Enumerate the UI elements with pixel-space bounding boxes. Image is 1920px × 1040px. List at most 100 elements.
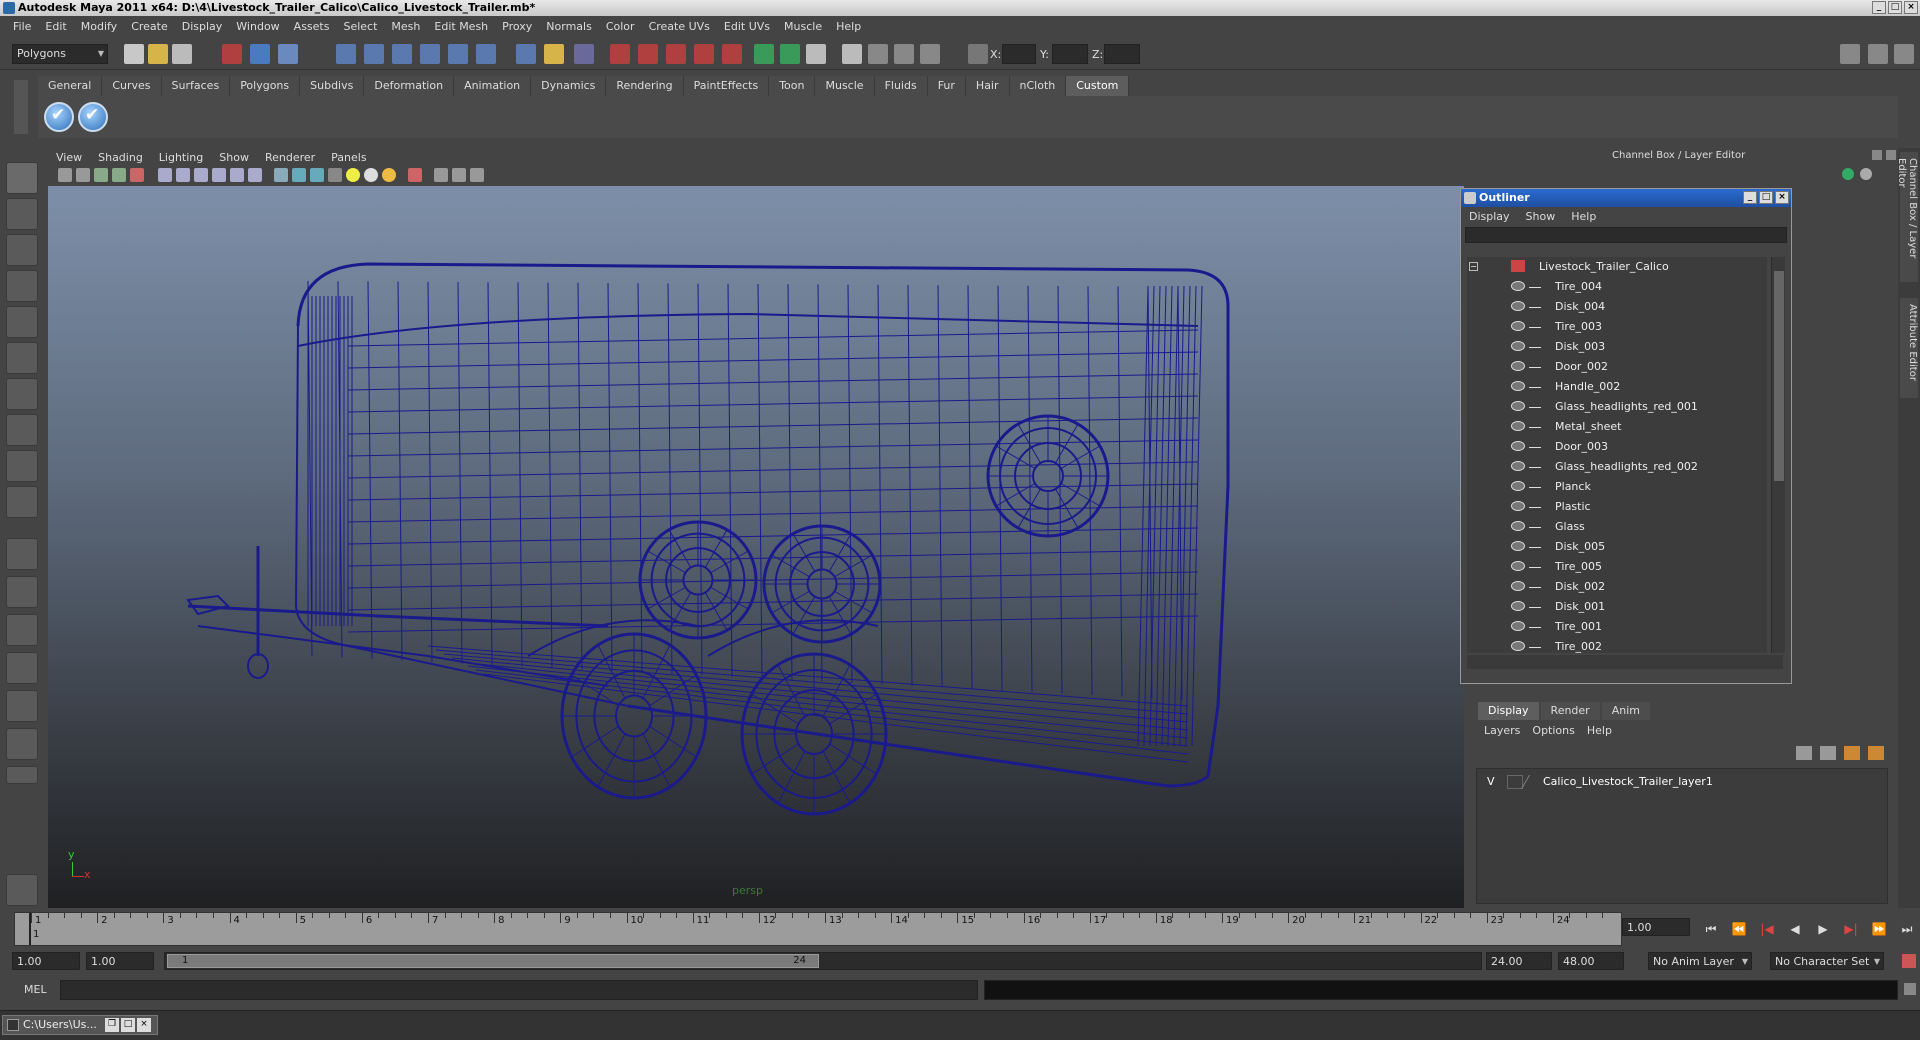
outliner-title-bar[interactable]: Outliner _ □ × <box>1461 189 1791 207</box>
custom-shelf-button-1[interactable] <box>44 102 74 132</box>
trailer-wireframe-model[interactable] <box>48 186 1464 908</box>
history-icon[interactable] <box>516 44 536 64</box>
layer-playback-toggle[interactable] <box>1507 775 1523 789</box>
menu-create-uvs[interactable]: Create UVs <box>642 20 717 33</box>
outliner-item[interactable]: Plastic <box>1467 497 1767 517</box>
outliner-item[interactable]: Glass <box>1467 517 1767 537</box>
range-slider-handle[interactable]: 1 24 <box>167 954 819 968</box>
shelf-tab-toon[interactable]: Toon <box>769 76 816 96</box>
default-light-icon[interactable] <box>346 168 360 182</box>
command-language-label[interactable]: MEL <box>24 983 47 996</box>
layer-row[interactable]: V Calico_Livestock_Trailer_layer1 <box>1477 773 1887 791</box>
shelf-tab-rendering[interactable]: Rendering <box>606 76 684 96</box>
all-lights-icon[interactable] <box>364 168 378 182</box>
menu-assets[interactable]: Assets <box>287 20 337 33</box>
maximize-window-button[interactable]: □ <box>121 1018 135 1032</box>
menu-color[interactable]: Color <box>599 20 642 33</box>
select-tool-icon[interactable] <box>6 162 38 194</box>
menu-window[interactable]: Window <box>229 20 286 33</box>
viewport-menu-panels[interactable]: Panels <box>323 151 374 164</box>
layer-color-swatch[interactable] <box>1520 775 1540 789</box>
shadows-icon[interactable] <box>382 168 396 182</box>
xray-icon[interactable] <box>434 168 448 182</box>
custom-layout-icon[interactable] <box>6 728 38 760</box>
menu-edit[interactable]: Edit <box>38 20 73 33</box>
outliner-item[interactable]: Glass_headlights_red_002 <box>1467 457 1767 477</box>
safe-title-icon[interactable] <box>248 168 262 182</box>
outliner-root-item[interactable]: − Livestock_Trailer_Calico <box>1467 257 1767 277</box>
hypershade-icon[interactable] <box>694 44 714 64</box>
lighting-icon[interactable] <box>920 44 940 64</box>
z-field[interactable] <box>1104 44 1140 64</box>
go-to-end-icon[interactable]: ⏭ <box>1896 922 1918 937</box>
render-layer-icon[interactable] <box>842 44 862 64</box>
outliner-maximize-button[interactable]: □ <box>1759 191 1773 204</box>
isolate-select-icon[interactable] <box>408 168 422 182</box>
minimize-button[interactable]: _ <box>1872 1 1886 14</box>
playback-end-field[interactable]: 24.00 <box>1486 952 1552 970</box>
layer-tab-display[interactable]: Display <box>1478 702 1539 720</box>
bookmark-icon[interactable] <box>94 168 108 182</box>
display-icon[interactable] <box>868 44 888 64</box>
select-object-icon[interactable] <box>250 44 270 64</box>
current-time-marker[interactable]: 1 <box>33 929 39 940</box>
outliner-item[interactable]: Tire_003 <box>1467 317 1767 337</box>
image-plane-icon[interactable] <box>112 168 126 182</box>
shelf-tab-muscle[interactable]: Muscle <box>815 76 875 96</box>
last-tool-icon[interactable] <box>6 486 38 518</box>
playback-start-field[interactable]: 1.00 <box>86 952 154 970</box>
lock-icon[interactable] <box>544 44 564 64</box>
new-layer-selected-icon[interactable] <box>1820 746 1836 760</box>
channel-box-side-tab[interactable]: Channel Box / Layer Editor <box>1896 152 1918 282</box>
play-backward-icon[interactable]: ◀ <box>1784 922 1806 936</box>
move-tool-icon[interactable] <box>6 270 38 302</box>
show-manip-icon[interactable] <box>6 450 38 482</box>
current-frame-field[interactable]: 1.00 <box>1622 918 1690 936</box>
range-slider-track[interactable]: 1 24 <box>164 952 1482 970</box>
layer-options-icon[interactable] <box>1844 746 1860 760</box>
outliner-item[interactable]: Door_003 <box>1467 437 1767 457</box>
safe-action-icon[interactable] <box>230 168 244 182</box>
universal-manip-icon[interactable] <box>6 378 38 410</box>
menu-muscle[interactable]: Muscle <box>777 20 829 33</box>
outliner-filter-field[interactable] <box>1465 227 1787 243</box>
menu-edit-mesh[interactable]: Edit Mesh <box>427 20 495 33</box>
toggle-attribute-icon[interactable] <box>1868 44 1888 64</box>
select-hierarchy-icon[interactable] <box>222 44 242 64</box>
layer-render-icon[interactable] <box>1868 746 1884 760</box>
snap-point-icon[interactable] <box>392 44 412 64</box>
resolution-gate-icon[interactable] <box>176 168 190 182</box>
custom-shelf-button-2[interactable] <box>78 102 108 132</box>
outliner-vertical-scrollbar[interactable] <box>1771 257 1785 653</box>
shelf-tab-fur[interactable]: Fur <box>927 76 966 96</box>
render-icon[interactable] <box>610 44 630 64</box>
outliner-item[interactable]: Disk_001 <box>1467 597 1767 617</box>
play-forward-icon[interactable]: ▶ <box>1812 922 1834 936</box>
collapse-toggle-icon[interactable]: − <box>1469 262 1478 271</box>
layer-tab-anim[interactable]: Anim <box>1601 702 1650 720</box>
show-output-icon[interactable] <box>780 44 800 64</box>
save-scene-icon[interactable] <box>172 44 192 64</box>
render-settings-icon[interactable] <box>666 44 686 64</box>
attribute-icon[interactable] <box>806 44 826 64</box>
paint-select-icon[interactable] <box>6 234 38 266</box>
x-field[interactable] <box>1002 44 1036 64</box>
outliner-item[interactable]: Glass_headlights_red_001 <box>1467 397 1767 417</box>
close-button[interactable]: × <box>1904 1 1918 14</box>
shelf-tab-surfaces[interactable]: Surfaces <box>161 76 231 96</box>
step-forward-key-icon[interactable]: ⏩ <box>1868 922 1890 936</box>
shelf-tab-subdivs[interactable]: Subdivs <box>300 76 365 96</box>
layer-visibility-toggle[interactable]: V <box>1487 773 1495 791</box>
four-view-layout-icon[interactable] <box>6 576 38 608</box>
layer-menu-help[interactable]: Help <box>1581 724 1618 737</box>
menu-modify[interactable]: Modify <box>74 20 124 33</box>
menu-edit-uvs[interactable]: Edit UVs <box>717 20 777 33</box>
film-gate-icon[interactable] <box>158 168 172 182</box>
step-back-frame-icon[interactable]: |◀ <box>1756 922 1778 936</box>
persp-outliner-layout-icon[interactable] <box>6 614 38 646</box>
outliner-item[interactable]: Metal_sheet <box>1467 417 1767 437</box>
shelf-tab-polygons[interactable]: Polygons <box>230 76 301 96</box>
snap-grid-icon[interactable] <box>336 44 356 64</box>
channel-box-settings-icon[interactable] <box>1860 168 1872 180</box>
outliner-item[interactable]: Tire_001 <box>1467 617 1767 637</box>
